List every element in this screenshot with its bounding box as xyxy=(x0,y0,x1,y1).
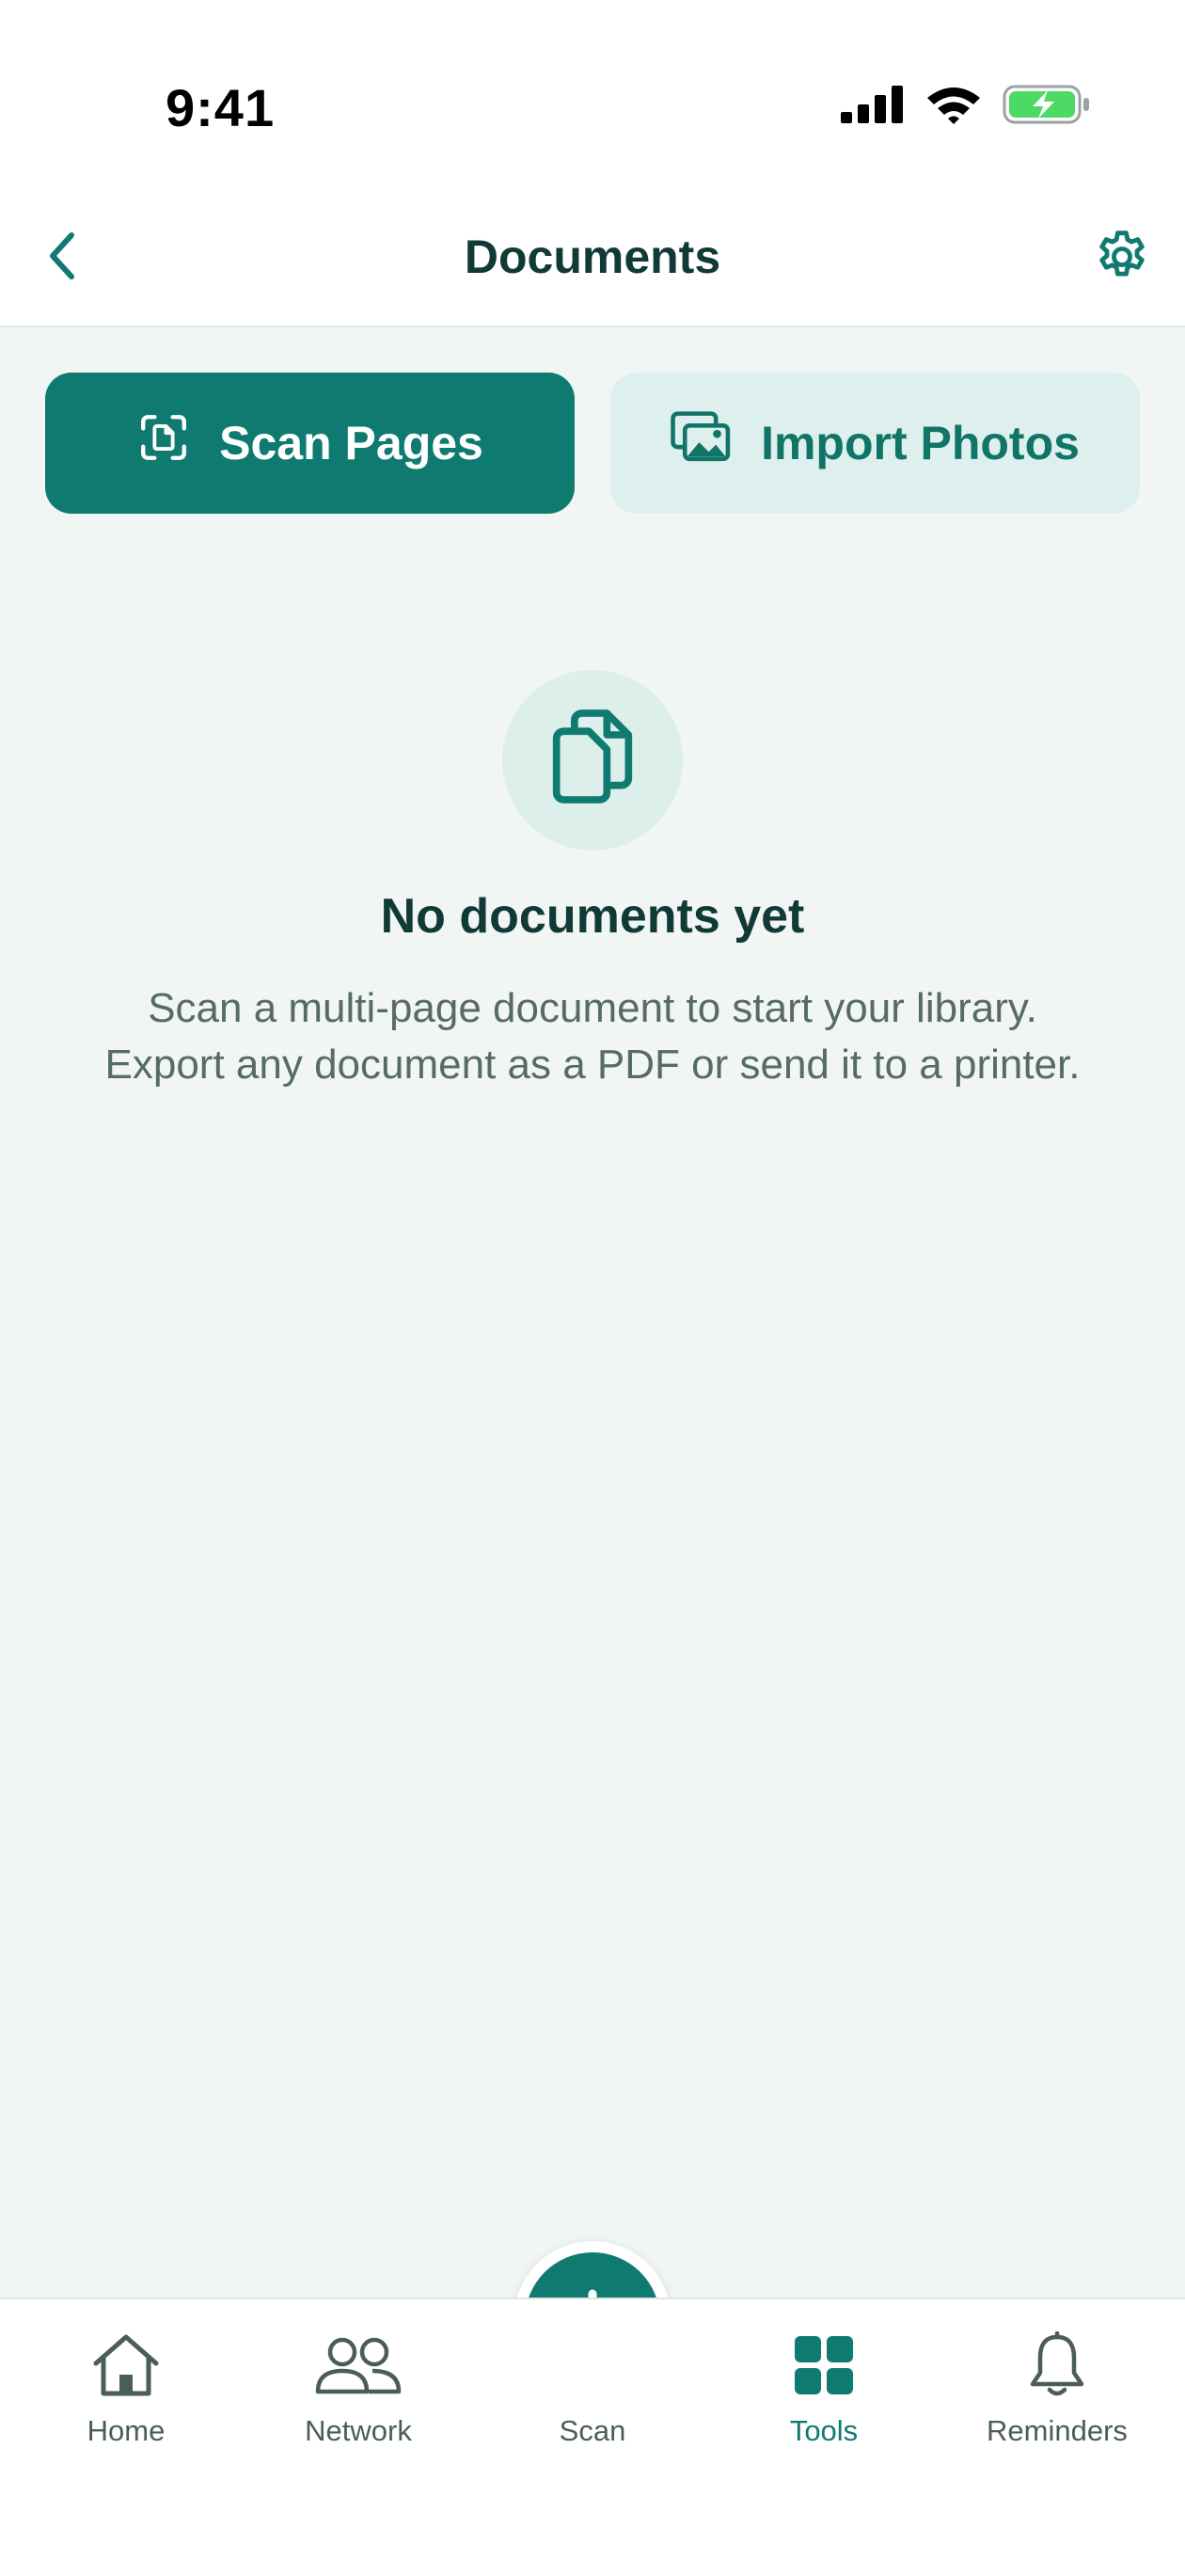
gear-icon xyxy=(1092,227,1152,292)
tab-scan[interactable]: Scan xyxy=(498,2328,687,2448)
tab-bar: Home Network Scan Tools Reminders xyxy=(0,2298,1185,2576)
navigation-bar: Documents xyxy=(0,188,1185,327)
page-title: Documents xyxy=(464,231,721,283)
tab-label-tools: Tools xyxy=(789,2414,859,2447)
tab-label-network: Network xyxy=(305,2414,412,2447)
photos-icon xyxy=(671,410,733,476)
people-icon xyxy=(264,2328,452,2403)
tab-network[interactable]: Network xyxy=(264,2328,452,2448)
tab-label-scan: Scan xyxy=(559,2414,626,2447)
home-icon xyxy=(32,2328,220,2403)
cellular-signal-icon xyxy=(841,86,905,128)
empty-state: No documents yet Scan a multi-page docum… xyxy=(0,670,1185,1093)
empty-state-description: Scan a multi-page document to start your… xyxy=(104,985,1081,1088)
wifi-icon xyxy=(925,85,982,129)
battery-charging-icon xyxy=(1003,85,1091,129)
tab-tools[interactable]: Tools xyxy=(730,2328,918,2448)
status-bar: 9:41 xyxy=(0,0,1185,188)
grid-icon xyxy=(730,2328,918,2403)
tab-label-reminders: Reminders xyxy=(987,2414,1128,2447)
settings-button[interactable] xyxy=(1091,228,1153,290)
documents-icon xyxy=(549,708,636,812)
status-time: 9:41 xyxy=(166,78,276,137)
document-scan-icon xyxy=(136,410,191,476)
status-icons xyxy=(841,85,1091,129)
tab-label-home: Home xyxy=(87,2414,166,2447)
scan-pages-label: Scan Pages xyxy=(219,417,483,469)
import-photos-label: Import Photos xyxy=(761,417,1080,469)
empty-state-title: No documents yet xyxy=(380,889,805,944)
action-buttons: Scan Pages Import Photos xyxy=(45,373,1140,514)
import-photos-button[interactable]: Import Photos xyxy=(610,373,1140,514)
bell-icon xyxy=(963,2328,1151,2403)
empty-state-icon-circle xyxy=(502,670,683,851)
tab-reminders[interactable]: Reminders xyxy=(963,2328,1151,2448)
scan-pages-button[interactable]: Scan Pages xyxy=(45,373,575,514)
tab-home[interactable]: Home xyxy=(32,2328,220,2448)
